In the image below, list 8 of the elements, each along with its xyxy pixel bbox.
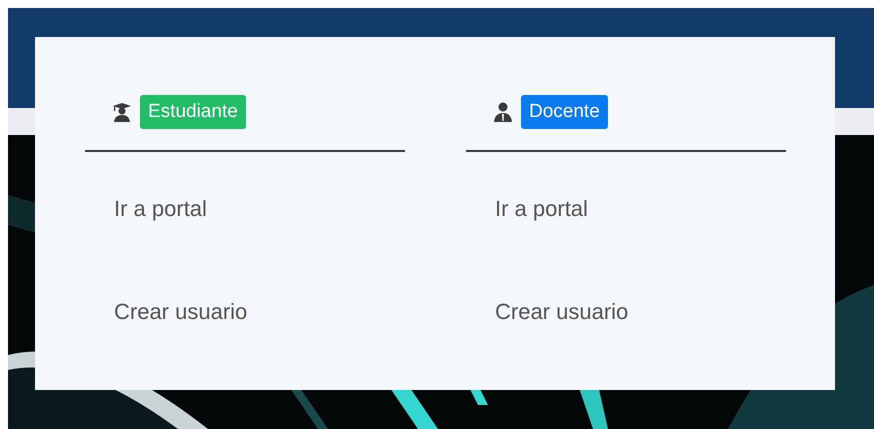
person-tie-icon [493,102,513,122]
role-badge: Docente [521,95,608,129]
menu-link[interactable]: Crear usuario [495,294,628,330]
role-badge: Estudiante [140,95,246,129]
menu-link[interactable]: Ir a portal [495,191,588,227]
menu-link[interactable]: Ir a portal [114,191,207,227]
menu-link[interactable]: Crear usuario [114,294,248,330]
graduate-icon [112,102,132,122]
